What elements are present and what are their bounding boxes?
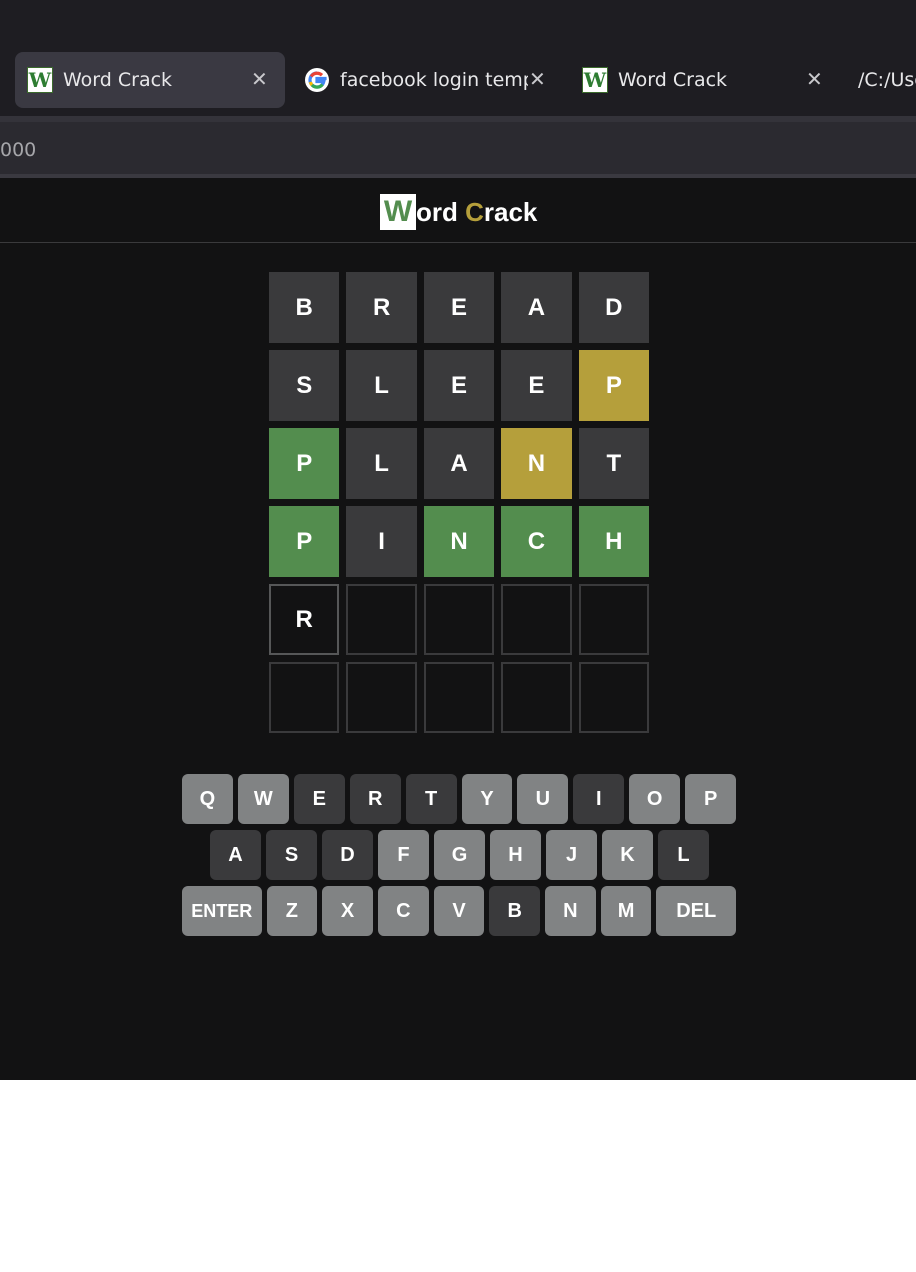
tab-title: /C:/Use xyxy=(858,69,916,91)
word-crack-favicon-icon: W xyxy=(27,67,53,93)
board-tile: N xyxy=(501,428,572,499)
board-tile: B xyxy=(269,272,340,343)
key-k[interactable]: K xyxy=(602,830,653,880)
board-row xyxy=(269,662,650,733)
board-tile xyxy=(501,584,572,655)
board-tile: D xyxy=(578,272,650,343)
title-part: ord xyxy=(416,196,466,227)
board-tile xyxy=(423,662,495,733)
key-i[interactable]: I xyxy=(573,774,625,824)
board-tile: L xyxy=(346,350,417,421)
key-p[interactable]: P xyxy=(685,774,737,824)
title-part: rack xyxy=(483,196,538,227)
board-tile: A xyxy=(501,272,572,343)
board-tile: P xyxy=(578,350,650,421)
keyboard-row: QWERTYUIOP xyxy=(182,774,737,824)
app-header: W ord C rack xyxy=(0,178,916,243)
board-tile: L xyxy=(346,428,417,499)
key-r[interactable]: R xyxy=(349,774,401,824)
key-f[interactable]: F xyxy=(378,830,429,880)
on-screen-keyboard: Q W E R T Y U I O P A S D F G H J K L ENTER Z X C V B N M DEL xyxy=(182,774,737,942)
key-a[interactable]: A xyxy=(210,830,261,880)
page-title: W ord C rack xyxy=(380,194,537,230)
page-blank-area xyxy=(0,1080,916,1272)
google-favicon-icon xyxy=(305,68,329,92)
board-tile xyxy=(578,662,650,733)
board-tile: A xyxy=(423,428,495,499)
board-tile: S xyxy=(269,350,340,421)
key-t[interactable]: T xyxy=(405,774,457,824)
keyboard-row: ENTER Z X C V B N M DEL xyxy=(182,886,736,936)
tab-word-crack[interactable]: W Word Crack ✕ xyxy=(582,52,842,108)
board-tile: H xyxy=(578,506,650,577)
key-x[interactable]: X xyxy=(322,886,373,936)
close-icon[interactable]: ✕ xyxy=(806,67,823,91)
key-d[interactable]: D xyxy=(322,830,373,880)
key-z[interactable]: Z xyxy=(266,886,318,936)
keyboard-row: ASDFGHJKL xyxy=(182,830,736,880)
board-tile: E xyxy=(423,272,495,343)
board-tile xyxy=(578,584,650,655)
tab-facebook-login[interactable]: facebook login templa ✕ xyxy=(304,52,549,108)
board-tile xyxy=(423,584,495,655)
board-tile: T xyxy=(578,428,650,499)
word-crack-app: W ord C rack BREADSLEEPPLANTPINCHR QWERT… xyxy=(0,178,916,1080)
key-w[interactable]: W xyxy=(237,774,289,824)
key-h[interactable]: H xyxy=(490,830,541,880)
word-crack-favicon-icon: W xyxy=(582,67,608,93)
board-tile: P xyxy=(269,506,340,577)
key-q[interactable]: Q xyxy=(182,774,233,824)
board-tile: R xyxy=(269,584,340,655)
title-c-letter: C xyxy=(465,196,484,227)
key-j[interactable]: J xyxy=(546,830,597,880)
board-tile xyxy=(346,662,417,733)
address-bar[interactable]: 000 xyxy=(0,116,916,178)
key-del[interactable]: DEL xyxy=(656,886,736,936)
key-o[interactable]: O xyxy=(629,774,681,824)
tab-title: Word Crack xyxy=(63,69,173,91)
browser-tab-bar: W Word Crack ✕ facebook login templa ✕ W… xyxy=(0,0,916,116)
key-m[interactable]: M xyxy=(600,886,652,936)
board-tile: I xyxy=(346,506,417,577)
board-row: SLEEP xyxy=(269,350,650,421)
board-row: PLANT xyxy=(269,428,650,499)
tab-title: Word Crack xyxy=(618,69,728,91)
board-tile xyxy=(269,662,340,733)
board-tile: N xyxy=(423,506,495,577)
key-y[interactable]: Y xyxy=(461,774,513,824)
key-v[interactable]: V xyxy=(433,886,485,936)
key-c[interactable]: C xyxy=(377,886,429,936)
key-g[interactable]: G xyxy=(434,830,485,880)
key-l[interactable]: L xyxy=(658,830,709,880)
game-board: BREADSLEEPPLANTPINCHR xyxy=(269,272,650,740)
close-icon[interactable]: ✕ xyxy=(251,67,268,91)
board-tile: E xyxy=(423,350,495,421)
url-text: 000 xyxy=(0,139,37,161)
tab-word-crack-active[interactable]: W Word Crack ✕ xyxy=(15,52,285,108)
board-row: BREAD xyxy=(269,272,650,343)
title-logo-letter: W xyxy=(380,194,416,230)
board-tile: C xyxy=(501,506,572,577)
board-tile: P xyxy=(269,428,340,499)
key-enter[interactable]: ENTER xyxy=(182,886,262,936)
board-tile: E xyxy=(501,350,572,421)
key-e[interactable]: E xyxy=(293,774,345,824)
board-tile: R xyxy=(346,272,417,343)
tab-local-file[interactable]: /C:/Use xyxy=(858,52,916,108)
board-tile xyxy=(501,662,572,733)
board-row: PINCH xyxy=(269,506,650,577)
board-row: R xyxy=(269,584,650,655)
key-b[interactable]: B xyxy=(489,886,541,936)
tab-title: facebook login templa xyxy=(340,69,528,91)
board-tile xyxy=(346,584,417,655)
key-n[interactable]: N xyxy=(545,886,596,936)
key-u[interactable]: U xyxy=(517,774,569,824)
key-s[interactable]: S xyxy=(266,830,317,880)
close-icon[interactable]: ✕ xyxy=(529,67,546,91)
